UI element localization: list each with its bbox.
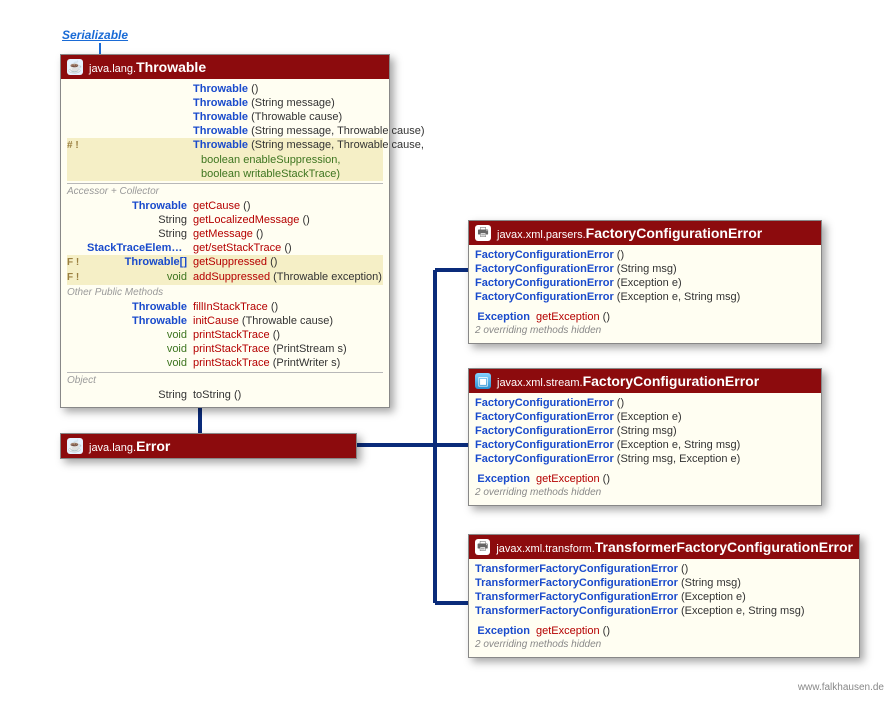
ctor[interactable]: Throwable bbox=[193, 97, 248, 109]
return-type[interactable]: Throwable[] bbox=[87, 255, 193, 269]
class-name[interactable]: TransformerFactoryConfigurationError bbox=[595, 539, 853, 555]
ctor[interactable]: Throwable bbox=[193, 83, 248, 95]
class-name[interactable]: FactoryConfigurationError bbox=[586, 225, 763, 241]
method[interactable]: fillInStackTrace bbox=[193, 301, 268, 313]
ctor-param: boolean enableSuppression, bbox=[201, 153, 340, 167]
ctor[interactable]: FactoryConfigurationError bbox=[475, 290, 614, 304]
class-fce-parsers: 🖶 javax.xml.parsers.FactoryConfiguration… bbox=[468, 220, 822, 344]
ctor[interactable]: FactoryConfigurationError bbox=[475, 248, 614, 262]
ctor[interactable]: FactoryConfigurationError bbox=[475, 424, 614, 438]
pkg-text: javax.xml.parsers. bbox=[497, 229, 586, 241]
method[interactable]: addSuppressed bbox=[193, 271, 270, 283]
class-name[interactable]: Error bbox=[136, 438, 170, 454]
ctor[interactable]: Throwable bbox=[193, 111, 248, 123]
method[interactable]: initCause bbox=[193, 315, 239, 327]
class-error: ☕ java.lang.Error bbox=[60, 433, 357, 459]
stream-icon: ▣ bbox=[475, 373, 491, 389]
method[interactable]: printStackTrace bbox=[193, 329, 270, 341]
class-header-throwable: ☕ java.lang.Throwable bbox=[61, 55, 389, 79]
return-type[interactable]: Throwable bbox=[87, 314, 193, 328]
ctor[interactable]: Throwable bbox=[193, 125, 248, 137]
class-name[interactable]: FactoryConfigurationError bbox=[583, 373, 760, 389]
class-header-tfce: 🖶 javax.xml.transform.TransformerFactory… bbox=[469, 535, 859, 559]
return-type[interactable]: Throwable bbox=[87, 300, 193, 314]
class-tfce: 🖶 javax.xml.transform.TransformerFactory… bbox=[468, 534, 860, 658]
return-type: void bbox=[87, 342, 193, 356]
pkg-text: javax.xml.stream. bbox=[497, 377, 583, 389]
hidden-note: 2 overriding methods hidden bbox=[475, 486, 815, 500]
method[interactable]: getMessage bbox=[193, 228, 253, 240]
java-icon: ☕ bbox=[67, 438, 83, 454]
hidden-note: 2 overriding methods hidden bbox=[475, 324, 815, 338]
return-type: String bbox=[87, 388, 193, 402]
class-body: FactoryConfigurationError () FactoryConf… bbox=[469, 393, 821, 505]
pkg-text: java.lang. bbox=[89, 63, 136, 75]
print-icon: 🖶 bbox=[475, 225, 491, 241]
return-type: void bbox=[87, 356, 193, 370]
class-throwable: ☕ java.lang.Throwable Throwable () Throw… bbox=[60, 54, 390, 408]
interface-serializable[interactable]: Serializable bbox=[62, 28, 128, 42]
section-object: Object bbox=[67, 374, 383, 388]
java-icon: ☕ bbox=[67, 59, 83, 75]
return-type[interactable]: StackTraceElement[] bbox=[87, 241, 193, 255]
method[interactable]: printStackTrace bbox=[193, 357, 270, 369]
section-other: Other Public Methods bbox=[67, 286, 383, 300]
return-type[interactable]: Throwable bbox=[87, 199, 193, 213]
class-fce-stream: ▣ javax.xml.stream.FactoryConfigurationE… bbox=[468, 368, 822, 506]
method[interactable]: getCause bbox=[193, 200, 240, 212]
class-header-error: ☕ java.lang.Error bbox=[61, 434, 356, 458]
ctor[interactable]: FactoryConfigurationError bbox=[475, 396, 614, 410]
credit-link[interactable]: www.falkhausen.de bbox=[798, 682, 884, 693]
class-header-fce-stream: ▣ javax.xml.stream.FactoryConfigurationE… bbox=[469, 369, 821, 393]
method[interactable]: getException bbox=[536, 625, 600, 637]
method[interactable]: getException bbox=[536, 311, 600, 323]
method[interactable]: getLocalizedMessage bbox=[193, 214, 299, 226]
modifier: F ! bbox=[67, 271, 87, 285]
return-type: void bbox=[87, 270, 193, 284]
pkg-text: javax.xml.transform. bbox=[496, 543, 594, 555]
ctor[interactable]: TransformerFactoryConfigurationError bbox=[475, 562, 678, 576]
class-header-fce-parsers: 🖶 javax.xml.parsers.FactoryConfiguration… bbox=[469, 221, 821, 245]
class-body: FactoryConfigurationError () FactoryConf… bbox=[469, 245, 821, 343]
return-type[interactable]: Exception bbox=[475, 472, 536, 486]
method[interactable]: toString bbox=[193, 389, 231, 401]
ctor[interactable]: FactoryConfigurationError bbox=[475, 452, 614, 466]
print-icon: 🖶 bbox=[475, 539, 490, 555]
method[interactable]: printStackTrace bbox=[193, 343, 270, 355]
modifier: # ! bbox=[67, 139, 87, 153]
class-name[interactable]: Throwable bbox=[136, 59, 206, 75]
modifier: F ! bbox=[67, 256, 87, 270]
method[interactable]: get/setStackTrace bbox=[193, 242, 281, 254]
method[interactable]: getException bbox=[536, 473, 600, 485]
class-body-throwable: Throwable () Throwable (String message) … bbox=[61, 79, 389, 407]
ctor[interactable]: TransformerFactoryConfigurationError bbox=[475, 590, 678, 604]
pkg-text: java.lang. bbox=[89, 442, 136, 454]
ctor[interactable]: FactoryConfigurationError bbox=[475, 276, 614, 290]
hidden-note: 2 overriding methods hidden bbox=[475, 638, 853, 652]
section-accessor: Accessor + Collector bbox=[67, 185, 383, 199]
ctor[interactable]: Throwable bbox=[193, 139, 248, 151]
method[interactable]: getSuppressed bbox=[193, 256, 267, 268]
return-type: void bbox=[87, 328, 193, 342]
class-body: TransformerFactoryConfigurationError () … bbox=[469, 559, 859, 657]
ctor[interactable]: FactoryConfigurationError bbox=[475, 438, 614, 452]
return-type[interactable]: Exception bbox=[475, 310, 536, 324]
return-type[interactable]: Exception bbox=[475, 624, 536, 638]
ctor[interactable]: FactoryConfigurationError bbox=[475, 410, 614, 424]
ctor[interactable]: FactoryConfigurationError bbox=[475, 262, 614, 276]
return-type: String bbox=[87, 227, 193, 241]
ctor[interactable]: TransformerFactoryConfigurationError bbox=[475, 576, 678, 590]
ctor-param: boolean writableStackTrace) bbox=[201, 167, 340, 181]
return-type: String bbox=[87, 213, 193, 227]
ctor[interactable]: TransformerFactoryConfigurationError bbox=[475, 604, 678, 618]
